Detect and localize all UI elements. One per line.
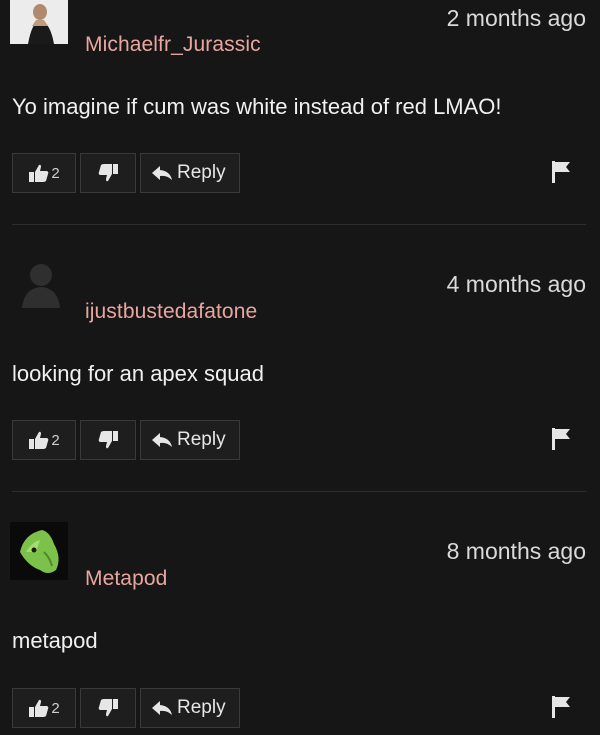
dislike-button[interactable] xyxy=(80,153,136,193)
like-count: 2 xyxy=(51,431,60,449)
dislike-button[interactable] xyxy=(80,688,136,728)
username[interactable]: Michaelfr_Jurassic xyxy=(85,33,261,57)
reply-arrow-icon xyxy=(151,700,173,716)
reply-button[interactable]: Reply xyxy=(140,153,240,193)
reply-label: Reply xyxy=(177,697,226,718)
dislike-button[interactable] xyxy=(80,420,136,460)
username[interactable]: ijustbustedafatone xyxy=(85,300,257,324)
like-button[interactable]: 2 xyxy=(12,688,76,728)
comment-text: looking for an apex squad xyxy=(12,361,264,386)
flag-button[interactable] xyxy=(550,427,572,451)
comment-divider xyxy=(12,491,586,492)
flag-button[interactable] xyxy=(550,160,572,184)
default-user-avatar xyxy=(22,264,60,308)
comment-text: metapod xyxy=(12,628,98,653)
timestamp: 4 months ago xyxy=(446,271,586,297)
flag-button[interactable] xyxy=(550,695,572,719)
thumbs-up-icon xyxy=(28,430,50,450)
reply-arrow-icon xyxy=(151,165,173,181)
reply-button[interactable]: Reply xyxy=(140,688,240,728)
thumbs-down-icon xyxy=(97,430,119,450)
like-count: 2 xyxy=(51,164,60,182)
user-avatar[interactable] xyxy=(10,0,68,44)
user-photo-avatar xyxy=(10,0,68,44)
user-avatar[interactable] xyxy=(10,522,68,580)
timestamp: 2 months ago xyxy=(446,5,586,31)
reply-button[interactable]: Reply xyxy=(140,420,240,460)
comment-text: Yo imagine if cum was white instead of r… xyxy=(12,94,502,119)
like-button[interactable]: 2 xyxy=(12,420,76,460)
username[interactable]: Metapod xyxy=(85,567,167,591)
reply-label: Reply xyxy=(177,162,226,183)
user-avatar[interactable] xyxy=(10,258,68,308)
reply-label: Reply xyxy=(177,429,226,450)
reply-arrow-icon xyxy=(151,432,173,448)
timestamp: 8 months ago xyxy=(446,538,586,564)
like-button[interactable]: 2 xyxy=(12,153,76,193)
thumbs-up-icon xyxy=(28,163,50,183)
flag-icon xyxy=(550,427,572,451)
thumbs-up-icon xyxy=(28,698,50,718)
like-count: 2 xyxy=(51,699,60,717)
flag-icon xyxy=(550,695,572,719)
comment-divider xyxy=(12,224,586,225)
thumbs-down-icon xyxy=(97,698,119,718)
flag-icon xyxy=(550,160,572,184)
green-cocoon-avatar xyxy=(10,522,68,580)
thumbs-down-icon xyxy=(97,163,119,183)
